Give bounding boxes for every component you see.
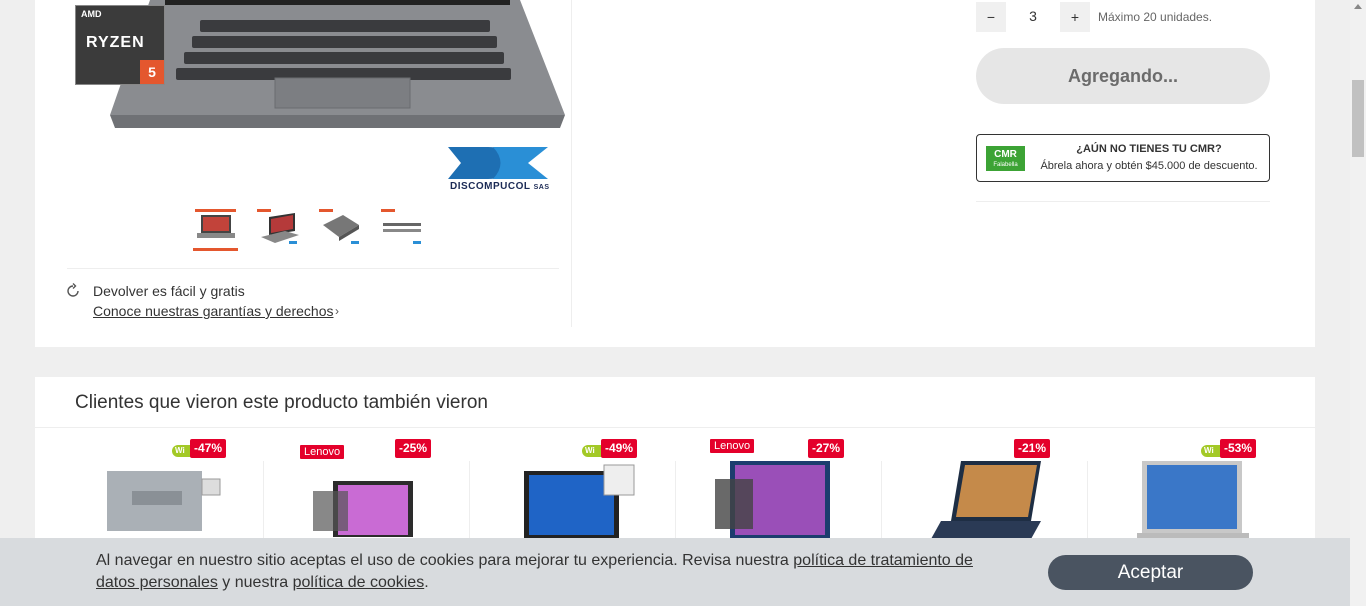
- recommendations-divider: [35, 427, 1315, 428]
- return-arrow-icon: [67, 283, 79, 297]
- seller-logo: DISCOMPUCOL SAS: [433, 145, 553, 195]
- quantity-max-note: Máximo 20 unidades.: [1098, 10, 1213, 24]
- thumbnail-3[interactable]: [317, 205, 362, 251]
- guarantees-link[interactable]: Conoce nuestras garantías y derechos: [93, 303, 333, 319]
- quantity-decrease-button[interactable]: −: [976, 2, 1006, 32]
- main-product-image[interactable]: [110, 0, 565, 130]
- product-detail-card: AMD RYZEN 5 DISCOMPUCOL SAS Devolver es …: [35, 0, 1315, 347]
- brand-tag: Lenovo: [710, 439, 755, 453]
- product-image[interactable]: [1137, 461, 1257, 541]
- quantity-increase-button[interactable]: +: [1060, 2, 1090, 32]
- discount-badge: -47%: [190, 439, 227, 458]
- cmr-logo: CMR Falabella: [986, 146, 1025, 171]
- thumbnail-4[interactable]: [379, 205, 424, 251]
- discount-badge: -53%: [1220, 439, 1257, 458]
- cmr-subtitle: Ábrela ahora y obtén $45.000 de descuent…: [1040, 160, 1258, 172]
- scroll-up-arrow-icon[interactable]: [1354, 4, 1362, 9]
- amd-label: AMD: [81, 9, 102, 19]
- product-image[interactable]: [715, 461, 835, 541]
- cmr-promo-banner[interactable]: CMR Falabella ¿AÚN NO TIENES TU CMR? Ábr…: [976, 134, 1270, 182]
- discount-badge: -25%: [395, 439, 432, 458]
- thumbnail-2[interactable]: [255, 205, 300, 251]
- discount-badge: -49%: [601, 439, 638, 458]
- seller-logo-name: DISCOMPUCOL SAS: [450, 181, 550, 192]
- ryzen-label: RYZEN: [86, 34, 145, 51]
- product-image[interactable]: [931, 461, 1051, 541]
- product-image[interactable]: [308, 461, 428, 541]
- cookie-consent-text: Al navegar en nuestro sitio aceptas el u…: [96, 552, 973, 591]
- cookie-policy-link[interactable]: política de cookies: [293, 574, 425, 591]
- returns-title: Devolver es fácil y gratis: [93, 283, 245, 299]
- brand-tag: Lenovo: [300, 445, 345, 459]
- cookie-consent-banner: Al navegar en nuestro sitio aceptas el u…: [0, 538, 1350, 606]
- product-image[interactable]: [519, 461, 639, 541]
- recommendations-title: Clientes que vieron este producto tambié…: [75, 392, 488, 413]
- discount-badge: -27%: [808, 439, 845, 458]
- accept-cookies-button[interactable]: Aceptar: [1048, 555, 1253, 590]
- discount-badge: -21%: [1014, 439, 1051, 458]
- quantity-input[interactable]: 3: [1018, 8, 1048, 24]
- product-image[interactable]: [102, 461, 222, 541]
- ryzen-number: 5: [140, 60, 164, 84]
- thumbnail-strip: [193, 205, 424, 251]
- add-to-cart-button[interactable]: Agregando...: [976, 48, 1270, 104]
- ryzen-badge: AMD RYZEN 5: [75, 5, 165, 85]
- thumbnail-1[interactable]: [193, 205, 238, 251]
- product-gallery: AMD RYZEN 5 DISCOMPUCOL SAS Devolver es …: [35, 0, 572, 327]
- gallery-divider: [67, 268, 559, 269]
- scrollbar-thumb[interactable]: [1352, 80, 1364, 157]
- cmr-title: ¿AÚN NO TIENES TU CMR?: [1076, 143, 1222, 155]
- purchase-divider: [976, 201, 1270, 202]
- seller-logo-mark: [448, 147, 548, 179]
- chevron-right-icon[interactable]: ›: [335, 304, 339, 318]
